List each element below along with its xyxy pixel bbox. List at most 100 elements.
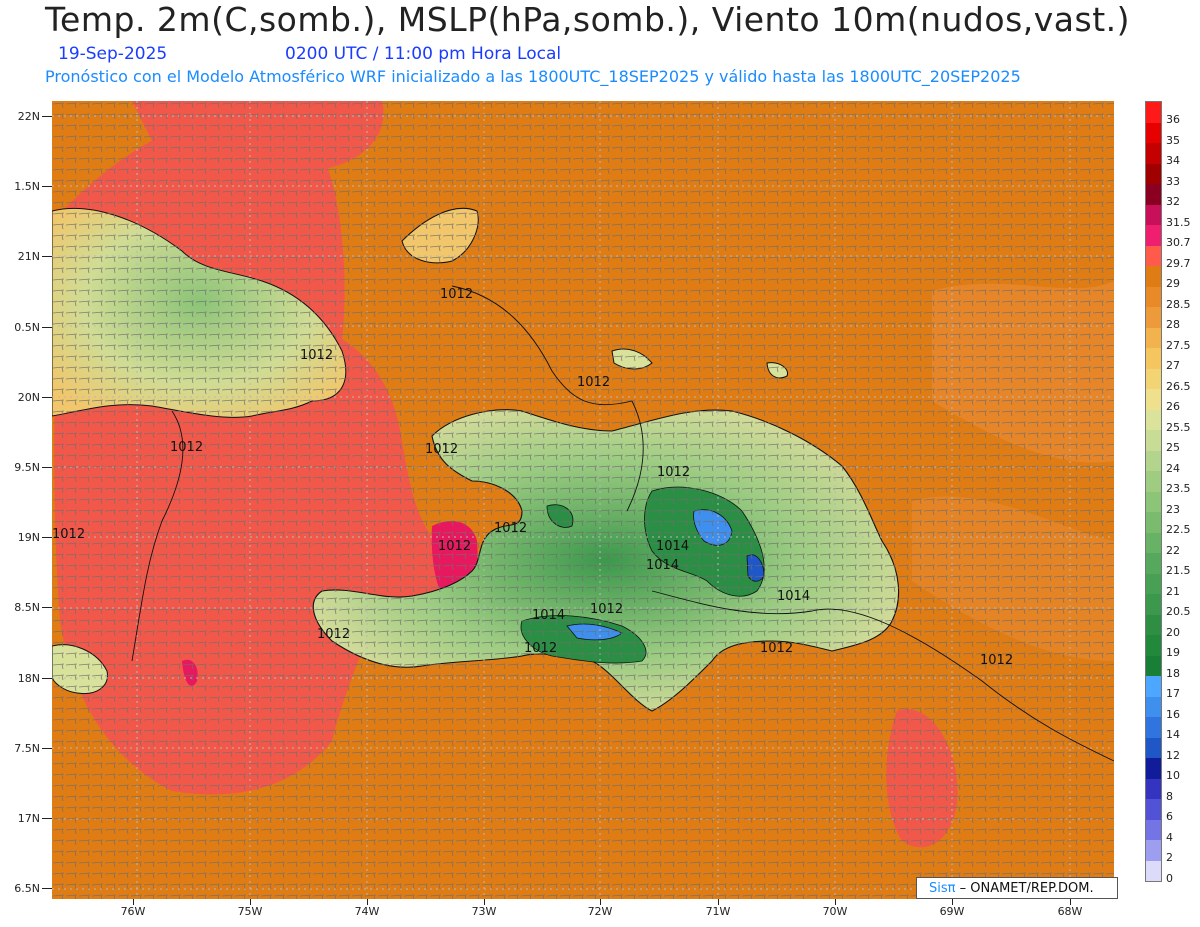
colorbar-label: 31.5 [1166,215,1191,229]
colorbar-label: 8 [1166,789,1173,803]
lat-tick [42,678,52,679]
colorbar-swatch [1146,655,1161,676]
colorbar-label: 22 [1166,543,1180,557]
lat-label: 18N [17,672,40,685]
forecast-description: Pronóstico con el Modelo Atmosférico WRF… [45,67,1021,86]
colorbar-swatch [1146,573,1161,594]
lat-tick [42,397,52,398]
colorbar-label: 21 [1166,584,1180,598]
colorbar-label: 0 [1166,871,1173,885]
credit-sis: Sisπ [929,881,956,896]
colorbar-swatch [1146,717,1161,738]
isobar-label: 1012 [170,440,203,455]
isobar-label: 1012 [440,287,473,302]
lat-tick [42,607,52,608]
lat-label: 6.5N [14,882,40,895]
forecast-date: 19-Sep-2025 [58,44,168,64]
colorbar-swatch [1146,512,1161,533]
colorbar-swatch [1146,163,1161,184]
colorbar-label: 32 [1166,195,1180,208]
colorbar-swatch [1146,840,1161,861]
isobar-label: 1014 [777,589,810,604]
colorbar-swatch [1146,737,1161,758]
colorbar-swatch [1146,594,1161,615]
lon-label: 73W [471,905,497,918]
colorbar-label: 2 [1166,851,1173,864]
lat-tick [42,327,52,328]
colorbar-label: 26 [1166,400,1180,413]
lat-label: 22N [17,110,40,123]
colorbar-label: 14 [1166,728,1180,741]
colorbar-label: 27.5 [1166,338,1191,352]
lat-tick [42,256,52,257]
isobar-label: 1012 [657,465,690,480]
colorbar-swatch [1146,286,1161,307]
lat-label: 1.5N [14,180,40,193]
colorbar-swatch [1146,553,1161,574]
colorbar-swatch [1146,491,1161,512]
lat-label: 21N [17,250,40,263]
map-panel[interactable]: 1012 1012 1012 1012 1012 1012 1012 1012 … [52,101,1114,899]
colorbar-label: 34 [1166,154,1180,167]
colorbar-swatch [1146,758,1161,779]
colorbar-swatch [1146,143,1161,164]
lon-label: 76W [120,905,146,918]
colorbar-label: 22.5 [1166,523,1191,536]
lon-label: 68W [1057,905,1083,918]
colorbar-swatch [1146,696,1161,717]
colorbar-swatch [1146,799,1161,820]
colorbar-swatch [1146,450,1161,471]
lat-tick [42,186,52,187]
isobar-label: 1012 [494,521,527,536]
lat-label: 9.5N [14,461,40,474]
isobar-label: 1012 [590,602,623,617]
colorbar-swatch [1146,327,1161,348]
colorbar-label: 24 [1166,461,1180,475]
lat-label: 19N [17,531,40,544]
colorbar-swatch [1146,368,1161,389]
colorbar-swatch [1146,102,1161,123]
isobar-label: 1012 [300,348,333,363]
colorbar-label: 16 [1166,707,1180,721]
lat-tick [42,888,52,889]
colorbar-label: 12 [1166,748,1180,762]
colorbar-label: 35 [1166,133,1180,147]
lon-label: 70W [822,905,848,918]
lat-label: 17N [17,812,40,825]
credit-org: – ONAMET/REP.DOM. [955,881,1094,896]
wind-barbs-layer [52,101,1114,899]
colorbar-label: 20 [1166,625,1180,639]
colorbar-swatch [1146,266,1161,287]
colorbar-label: 10 [1166,769,1180,782]
colorbar-swatch [1146,430,1161,451]
colorbar-label: 17 [1166,687,1180,700]
chart-title: Temp. 2m(C,somb.), MSLP(hPa,somb.), Vien… [45,0,1131,39]
colorbar-swatch [1146,225,1161,246]
colorbar-label: 29.7 [1166,256,1191,270]
lon-label: 69W [939,905,965,918]
isobar-label: 1012 [52,527,85,542]
colorbar-swatch [1146,348,1161,369]
isobar-label: 1012 [760,641,793,656]
colorbar-label: 25.5 [1166,420,1191,434]
lat-label: 0.5N [14,321,40,334]
isobar-label: 1012 [438,539,471,554]
credit-box: Sisπ – ONAMET/REP.DOM. [916,877,1118,899]
lat-tick [42,116,52,117]
isobar-label: 1012 [317,627,350,642]
colorbar-label: 33 [1166,174,1180,188]
colorbar-label: 23 [1166,502,1180,516]
lat-label: 20N [17,391,40,404]
colorbar-swatch [1146,532,1161,553]
colorbar-label: 21.5 [1166,564,1191,577]
colorbar-label: 28 [1166,318,1180,331]
isobar-label: 1012 [577,375,610,390]
colorbar-swatch [1146,635,1161,656]
colorbar [1145,101,1162,882]
colorbar-label: 23.5 [1166,482,1191,495]
colorbar-label: 18 [1166,666,1180,680]
lat-tick [42,748,52,749]
colorbar-swatch [1146,204,1161,225]
colorbar-swatch [1146,819,1161,840]
colorbar-label: 28.5 [1166,297,1191,311]
